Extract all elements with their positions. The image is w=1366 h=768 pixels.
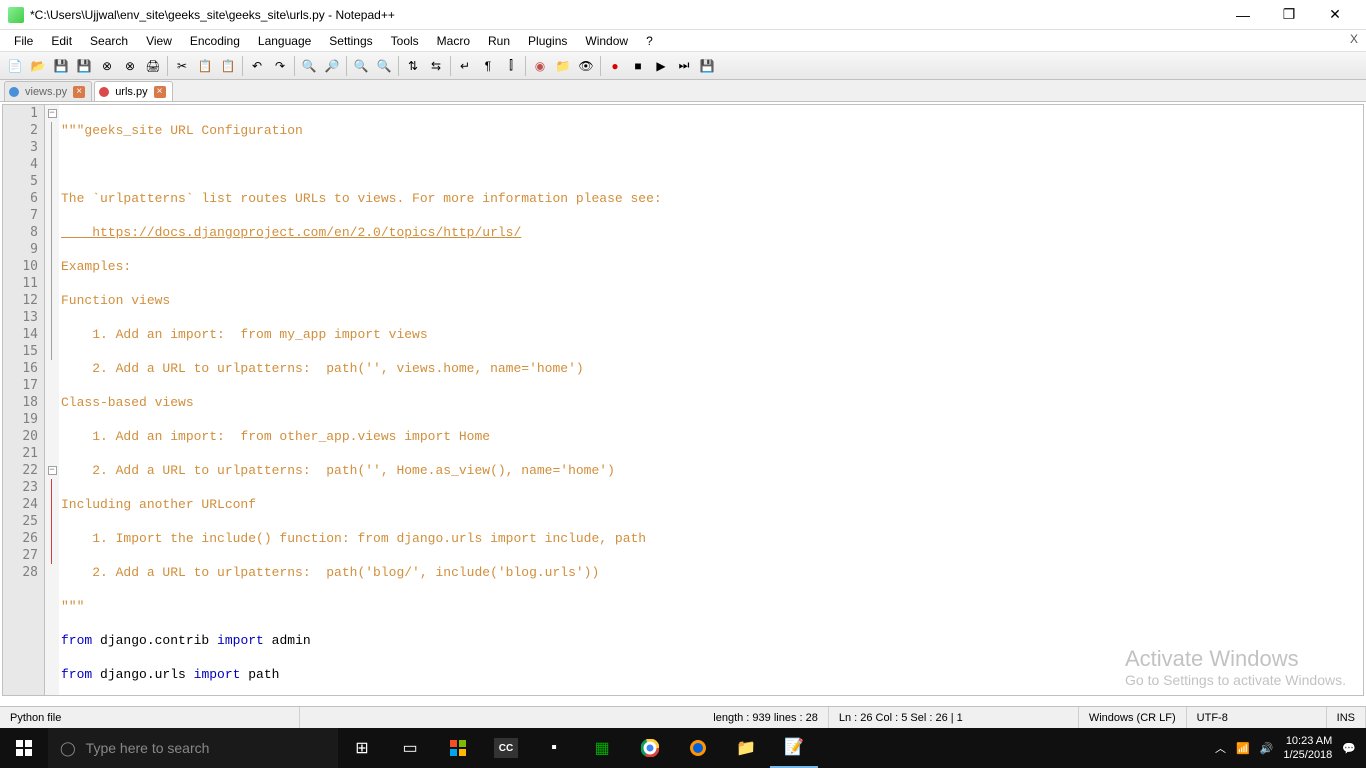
- statusbar: Python file length : 939 lines : 28 Ln :…: [0, 706, 1366, 728]
- print-icon[interactable]: 🖨: [142, 55, 164, 77]
- menu-search[interactable]: Search: [82, 32, 136, 50]
- tray-chevron-icon[interactable]: ︿: [1215, 740, 1226, 756]
- cortana-icon: ◯: [60, 740, 76, 757]
- sync-h-icon[interactable]: ⇆: [425, 55, 447, 77]
- play-icon[interactable]: ▶: [650, 55, 672, 77]
- taskbar-clock[interactable]: 10:23 AM 1/25/2018: [1283, 734, 1332, 762]
- taskbar-app-notepadpp[interactable]: 📝: [770, 728, 818, 768]
- taskbar-search[interactable]: ◯ Type here to search: [48, 728, 338, 768]
- copy-icon[interactable]: 📋: [194, 55, 216, 77]
- start-button[interactable]: [0, 728, 48, 768]
- tab-dot-icon: [99, 87, 109, 97]
- play-multi-icon[interactable]: ⏭: [673, 55, 695, 77]
- taskbar-app-cmd[interactable]: ▪: [530, 728, 578, 768]
- minimize-button[interactable]: —: [1220, 0, 1266, 30]
- taskbar-app-store[interactable]: [434, 728, 482, 768]
- tray-volume-icon[interactable]: 🔊: [1260, 742, 1274, 755]
- line-numbers: 1234567891011121314151617181920212223242…: [3, 105, 45, 695]
- new-file-icon[interactable]: 📄: [4, 55, 26, 77]
- close-file-icon[interactable]: ⊗: [96, 55, 118, 77]
- tab-close-icon[interactable]: ×: [73, 86, 85, 98]
- status-filetype: Python file: [0, 707, 300, 728]
- taskbar-app-chrome[interactable]: [626, 728, 674, 768]
- save-icon[interactable]: 💾: [50, 55, 72, 77]
- menu-plugins[interactable]: Plugins: [520, 32, 575, 50]
- menu-tools[interactable]: Tools: [383, 32, 427, 50]
- lang-icon[interactable]: ◉: [529, 55, 551, 77]
- app-icon: [8, 7, 24, 23]
- titlebar: *C:\Users\Ujjwal\env_site\geeks_site\gee…: [0, 0, 1366, 30]
- menu-view[interactable]: View: [138, 32, 180, 50]
- close-all-icon[interactable]: ⊗: [119, 55, 141, 77]
- wordwrap-icon[interactable]: ↵: [454, 55, 476, 77]
- save-macro-icon[interactable]: 💾: [696, 55, 718, 77]
- record-icon[interactable]: ●: [604, 55, 626, 77]
- menu-help[interactable]: ?: [638, 32, 661, 50]
- undo-icon[interactable]: ↶: [246, 55, 268, 77]
- tabbar: views.py × urls.py ×: [0, 80, 1366, 102]
- search-placeholder: Type here to search: [86, 740, 210, 756]
- taskbar-app-fileexplorer[interactable]: 📁: [722, 728, 770, 768]
- taskbar: ◯ Type here to search ⊞ ▭ CC ▪ ▦ 📁 📝 ︿ 📶…: [0, 728, 1366, 768]
- tab-urls-py[interactable]: urls.py ×: [94, 81, 172, 101]
- tray-notifications-icon[interactable]: 💬: [1342, 742, 1356, 755]
- monitor-icon[interactable]: 👁: [575, 55, 597, 77]
- show-all-chars-icon[interactable]: ¶: [477, 55, 499, 77]
- redo-icon[interactable]: ↷: [269, 55, 291, 77]
- find-icon[interactable]: 🔍: [298, 55, 320, 77]
- status-encoding: UTF-8: [1187, 707, 1327, 728]
- menu-edit[interactable]: Edit: [43, 32, 80, 50]
- folder-icon[interactable]: 📁: [552, 55, 574, 77]
- doc-close-icon[interactable]: X: [1350, 32, 1358, 46]
- menu-run[interactable]: Run: [480, 32, 518, 50]
- menubar: File Edit Search View Encoding Language …: [0, 30, 1366, 52]
- task-view-icon[interactable]: ⊞: [338, 728, 386, 768]
- taskbar-app-firefox[interactable]: [674, 728, 722, 768]
- close-button[interactable]: ✕: [1312, 0, 1358, 30]
- menu-window[interactable]: Window: [577, 32, 636, 50]
- indent-guide-icon[interactable]: ⫿: [500, 55, 522, 77]
- fold-column[interactable]: −−: [45, 105, 59, 695]
- menu-encoding[interactable]: Encoding: [182, 32, 248, 50]
- status-position: Ln : 26 Col : 5 Sel : 26 | 1: [829, 707, 1079, 728]
- tab-views-py[interactable]: views.py ×: [4, 81, 92, 101]
- status-length: length : 939 lines : 28: [703, 707, 829, 728]
- tab-close-icon[interactable]: ×: [154, 86, 166, 98]
- menu-language[interactable]: Language: [250, 32, 319, 50]
- tray-wifi-icon[interactable]: 📶: [1236, 742, 1250, 755]
- window-title: *C:\Users\Ujjwal\env_site\geeks_site\gee…: [30, 8, 1220, 22]
- cut-icon[interactable]: ✂: [171, 55, 193, 77]
- menu-file[interactable]: File: [6, 32, 41, 50]
- open-file-icon[interactable]: 📂: [27, 55, 49, 77]
- maximize-button[interactable]: ❐: [1266, 0, 1312, 30]
- tab-label: urls.py: [115, 86, 147, 98]
- tab-label: views.py: [25, 86, 67, 98]
- sync-v-icon[interactable]: ⇅: [402, 55, 424, 77]
- taskbar-app-cc[interactable]: CC: [494, 738, 518, 758]
- taskbar-app-explorer[interactable]: ▭: [386, 728, 434, 768]
- status-eol: Windows (CR LF): [1079, 707, 1187, 728]
- toolbar: 📄 📂 💾 💾 ⊗ ⊗ 🖨 ✂ 📋 📋 ↶ ↷ 🔍 🔎 🔍 🔍 ⇅ ⇆ ↵ ¶ …: [0, 52, 1366, 80]
- editor[interactable]: 1234567891011121314151617181920212223242…: [2, 104, 1364, 696]
- replace-icon[interactable]: 🔎: [321, 55, 343, 77]
- menu-settings[interactable]: Settings: [321, 32, 380, 50]
- zoom-in-icon[interactable]: 🔍: [350, 55, 372, 77]
- zoom-out-icon[interactable]: 🔍: [373, 55, 395, 77]
- menu-macro[interactable]: Macro: [429, 32, 478, 50]
- save-all-icon[interactable]: 💾: [73, 55, 95, 77]
- taskbar-app-pycharm[interactable]: ▦: [578, 728, 626, 768]
- code-area[interactable]: """geeks_site URL Configuration The `url…: [59, 105, 1363, 695]
- paste-icon[interactable]: 📋: [217, 55, 239, 77]
- system-tray[interactable]: ︿ 📶 🔊 10:23 AM 1/25/2018 💬: [1205, 734, 1366, 762]
- tab-dot-icon: [9, 87, 19, 97]
- stop-icon[interactable]: ■: [627, 55, 649, 77]
- status-mode: INS: [1327, 707, 1366, 728]
